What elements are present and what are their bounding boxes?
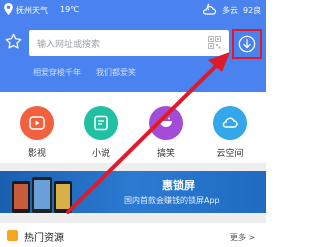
cloud-icon (222, 117, 238, 128)
search-placeholder: 输入网址或搜索 (37, 40, 101, 50)
cloudy-moon-icon (202, 3, 217, 15)
shortcut-novel-button[interactable] (84, 106, 118, 140)
section-divider (0, 163, 266, 171)
section-divider (0, 213, 266, 223)
section-title: 热门资源 (24, 233, 64, 244)
shortcut-label: 小说 (91, 149, 110, 159)
more-link[interactable]: 更多 > (230, 232, 255, 243)
weather-condition: 多云 (222, 6, 238, 15)
suggestion-link[interactable]: 我们都爱笑 (96, 67, 136, 78)
shortcut-funny-button[interactable] (149, 106, 183, 140)
smile-icon (160, 117, 172, 127)
weather-bar[interactable]: 抚州天气 19℃ 多云 92良 (0, 0, 266, 22)
download-button[interactable] (232, 29, 262, 59)
shortcut-label: 搞笑 (156, 149, 175, 159)
city-weather-label: 抚州天气 (16, 6, 48, 15)
hot-resource-icon (7, 230, 18, 241)
air-quality: 92良 (243, 6, 262, 15)
search-input[interactable]: 输入网址或搜索 (29, 30, 229, 56)
shortcut-label: 云空间 (216, 149, 244, 159)
browser-header: 抚州天气 19℃ 多云 92良 输入网址或搜索 相爱穿梭千年 我们都爱笑 (0, 0, 266, 92)
qr-scan-icon[interactable] (208, 36, 221, 49)
suggestion-link[interactable]: 相爱穿梭千年 (33, 67, 81, 78)
play-icon (29, 116, 45, 130)
shortcut-label: 影视 (27, 149, 46, 159)
shortcut-video-button[interactable] (20, 106, 54, 140)
banner-subtitle: 国内首款会赚钱的锁屏App (124, 196, 220, 205)
banner-title: 惠锁屏 (162, 179, 195, 192)
location-pin-icon (4, 3, 13, 15)
ad-banner[interactable]: 惠锁屏 国内首款会赚钱的锁屏App (0, 171, 266, 213)
shortcut-cloud-button[interactable] (213, 106, 247, 140)
phones-illustration (12, 177, 72, 213)
bookmark-star-icon[interactable] (5, 33, 22, 50)
temperature: 19℃ (60, 5, 80, 14)
book-icon (94, 115, 108, 131)
download-icon (238, 35, 256, 53)
